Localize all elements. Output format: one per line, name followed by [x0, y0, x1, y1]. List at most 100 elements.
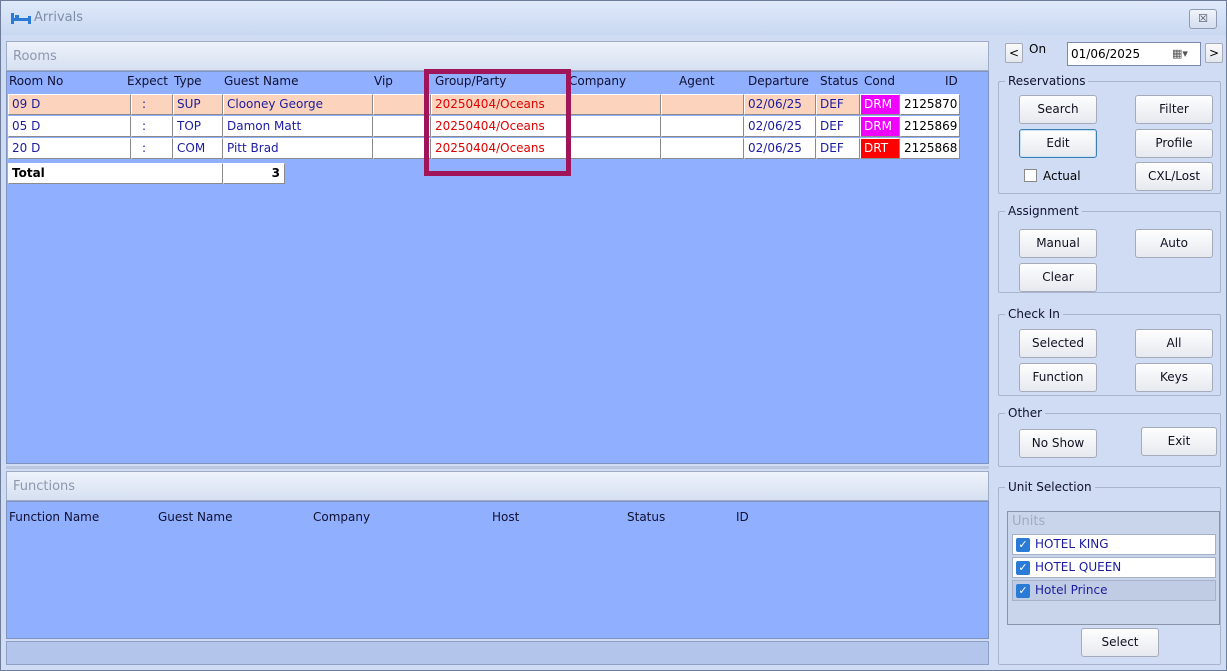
units-list[interactable]: Units ✓ HOTEL KING ✓ HOTEL QUEEN ✓ Hotel…	[1007, 511, 1220, 625]
profile-button[interactable]: Profile	[1135, 129, 1213, 158]
checkbox-checked-icon[interactable]: ✓	[1016, 584, 1030, 598]
cell-status: DEF	[816, 94, 860, 115]
on-label: On	[1029, 42, 1047, 56]
search-button[interactable]: Search	[1019, 95, 1097, 124]
cell-expect: :	[131, 116, 173, 137]
checkbox-checked-icon[interactable]: ✓	[1016, 538, 1030, 552]
cell-expect: :	[131, 138, 173, 159]
check-in-selected-button[interactable]: Selected	[1019, 329, 1097, 358]
cell-cond: DRM	[860, 116, 900, 137]
no-show-button[interactable]: No Show	[1019, 429, 1097, 458]
check-in-group: Check In Selected All Function Keys	[998, 307, 1221, 396]
col-room-no[interactable]: Room No	[9, 74, 63, 88]
unit-label: HOTEL KING	[1035, 537, 1109, 551]
cell-vip	[373, 94, 431, 115]
calendar-dropdown-icon[interactable]: ▦▾	[1162, 45, 1198, 63]
rooms-header: Rooms	[6, 41, 989, 71]
close-button[interactable]: ☒	[1189, 9, 1217, 29]
cell-departure: 02/06/25	[744, 138, 816, 159]
unit-item-hotel-king[interactable]: ✓ HOTEL KING	[1012, 534, 1216, 555]
bed-icon	[11, 13, 31, 24]
col-vip[interactable]: Vip	[374, 74, 393, 88]
cell-guest: Damon Matt	[223, 116, 373, 137]
total-row: Total 3	[8, 163, 288, 184]
check-in-all-button[interactable]: All	[1135, 329, 1213, 358]
select-button[interactable]: Select	[1081, 628, 1159, 657]
manual-button[interactable]: Manual	[1019, 229, 1097, 258]
cell-id: 2125869	[900, 116, 960, 137]
cell-status: DEF	[816, 138, 860, 159]
panel-splitter[interactable]	[6, 466, 989, 469]
auto-button[interactable]: Auto	[1135, 229, 1213, 258]
check-in-keys-button[interactable]: Keys	[1135, 363, 1213, 392]
cell-cond: DRM	[860, 94, 900, 115]
col-departure[interactable]: Departure	[748, 74, 809, 88]
cell-status: DEF	[816, 116, 860, 137]
check-in-function-button[interactable]: Function	[1019, 363, 1097, 392]
col-company[interactable]: Company	[569, 74, 626, 88]
actual-label: Actual	[1043, 169, 1081, 183]
cell-expect: :	[131, 94, 173, 115]
col-host[interactable]: Host	[492, 510, 519, 524]
col-cond[interactable]: Cond	[864, 74, 895, 88]
assignment-group: Assignment Manual Auto Clear	[998, 204, 1221, 293]
exit-button[interactable]: Exit	[1141, 427, 1217, 456]
edit-button[interactable]: Edit	[1019, 129, 1097, 158]
cell-guest: Pitt Brad	[223, 138, 373, 159]
cxl-lost-button[interactable]: CXL/Lost	[1135, 162, 1213, 191]
cell-room: 09 D	[8, 94, 131, 115]
col-expect[interactable]: Expect	[127, 74, 168, 88]
col-agent[interactable]: Agent	[679, 74, 715, 88]
col-guest-name[interactable]: Guest Name	[158, 510, 232, 524]
checkbox-checked-icon[interactable]: ✓	[1016, 561, 1030, 575]
functions-grid[interactable]: Function Name Guest Name Company Host St…	[6, 501, 989, 639]
unit-selection-label: Unit Selection	[1005, 480, 1095, 494]
group-party-highlight	[424, 69, 571, 176]
unit-label: HOTEL QUEEN	[1035, 560, 1122, 574]
col-company[interactable]: Company	[313, 510, 370, 524]
unit-item-hotel-prince[interactable]: ✓ Hotel Prince	[1012, 580, 1216, 601]
cell-agent	[661, 116, 744, 137]
other-label: Other	[1005, 406, 1046, 420]
cell-type: TOP	[173, 116, 223, 137]
functions-column-headers: Function Name Guest Name Company Host St…	[7, 502, 988, 524]
clear-button[interactable]: Clear	[1019, 263, 1097, 292]
col-guest-name[interactable]: Guest Name	[224, 74, 298, 88]
date-field[interactable]: 01/06/2025 ▦▾	[1067, 42, 1201, 66]
actual-checkbox[interactable]	[1024, 169, 1037, 182]
cell-type: COM	[173, 138, 223, 159]
other-group: Other No Show Exit	[998, 406, 1221, 467]
col-id[interactable]: ID	[736, 510, 749, 524]
right-side-panel: < On 01/06/2025 ▦▾ > Reservations Search…	[995, 36, 1225, 669]
cell-departure: 02/06/25	[744, 116, 816, 137]
cell-departure: 02/06/25	[744, 94, 816, 115]
cell-guest: Clooney George	[223, 94, 373, 115]
cell-vip	[373, 116, 431, 137]
cell-room: 05 D	[8, 116, 131, 137]
unit-label: Hotel Prince	[1035, 583, 1108, 597]
reservations-label: Reservations	[1005, 74, 1089, 88]
cell-vip	[373, 138, 431, 159]
col-function-name[interactable]: Function Name	[9, 510, 99, 524]
title-bar: Arrivals ☒	[1, 1, 1226, 35]
reservations-group: Reservations Search Filter Edit Profile …	[998, 74, 1221, 194]
col-type[interactable]: Type	[174, 74, 202, 88]
cell-type: SUP	[173, 94, 223, 115]
filter-button[interactable]: Filter	[1135, 95, 1213, 124]
cell-agent	[661, 138, 744, 159]
functions-header: Functions	[6, 471, 989, 501]
col-status[interactable]: Status	[627, 510, 665, 524]
unit-item-hotel-queen[interactable]: ✓ HOTEL QUEEN	[1012, 557, 1216, 578]
total-label: Total	[8, 163, 223, 184]
cell-agent	[661, 94, 744, 115]
arrivals-window: Arrivals ☒ Rooms Room No Expect Type Gue…	[0, 0, 1227, 671]
total-value: 3	[223, 163, 285, 184]
col-status[interactable]: Status	[820, 74, 858, 88]
col-id[interactable]: ID	[945, 74, 958, 88]
cell-id: 2125870	[900, 94, 960, 115]
units-header: Units	[1012, 514, 1046, 529]
check-in-label: Check In	[1005, 307, 1063, 321]
next-date-button[interactable]: >	[1205, 43, 1223, 63]
status-bar	[6, 641, 989, 665]
prev-date-button[interactable]: <	[1005, 43, 1023, 63]
